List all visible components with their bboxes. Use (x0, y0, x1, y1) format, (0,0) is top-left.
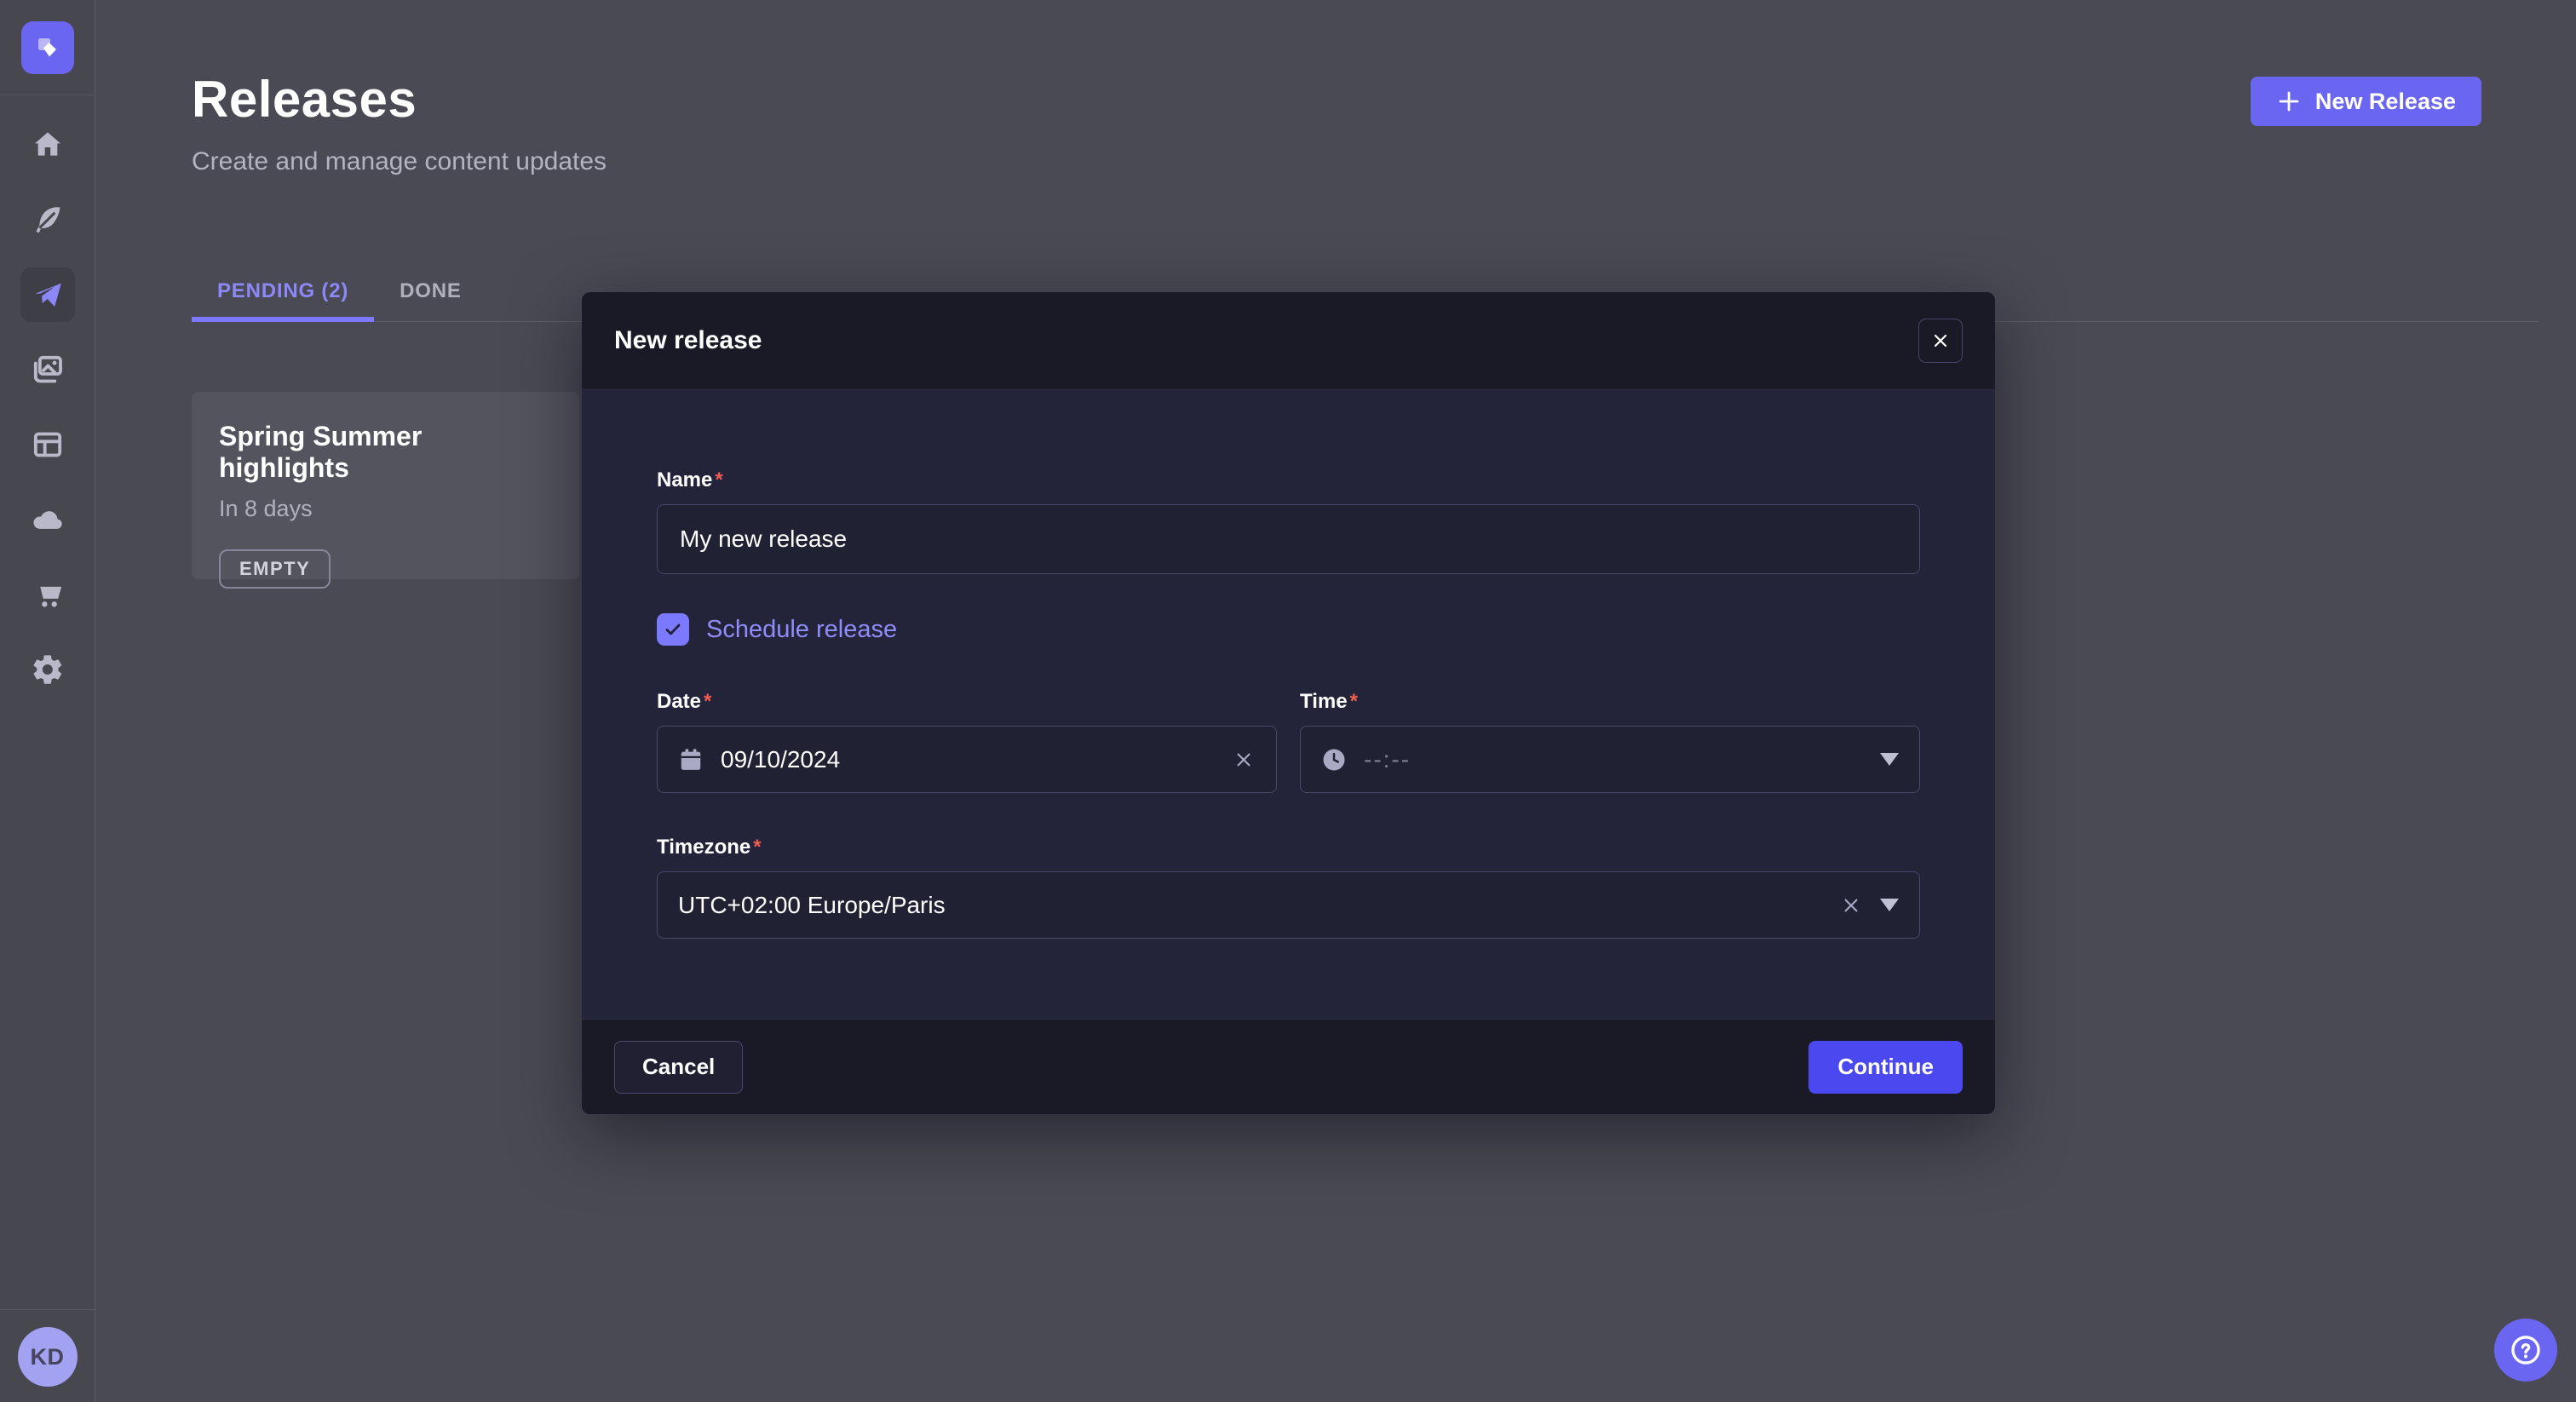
time-field-label: Time (1300, 690, 1348, 713)
date-field-group: Date* 09/10/2024 (657, 690, 1277, 793)
sidebar-item-media-library[interactable] (20, 342, 75, 397)
question-mark-icon (2508, 1332, 2544, 1368)
sidebar-nav (20, 118, 75, 697)
paper-plane-icon (31, 278, 65, 312)
chevron-down-icon[interactable] (1880, 899, 1899, 911)
time-required-mark: * (1350, 690, 1358, 713)
sidebar-item-settings[interactable] (20, 642, 75, 697)
logo-section (0, 0, 95, 95)
release-card-meta: In 8 days (219, 496, 552, 522)
name-input[interactable] (657, 504, 1920, 574)
sidebar-item-content-manager[interactable] (20, 417, 75, 472)
tab-done[interactable]: DONE (374, 261, 487, 321)
modal-title: New release (614, 326, 762, 355)
new-release-modal: New release Name* Schedule release Date* (582, 292, 1995, 1114)
date-field-label: Date (657, 690, 701, 713)
modal-body: Name* Schedule release Date* (582, 390, 1995, 1019)
timezone-field-label: Timezone (657, 836, 750, 859)
name-field-label: Name (657, 468, 712, 491)
modal-close-button[interactable] (1918, 319, 1963, 363)
chevron-down-icon[interactable] (1880, 753, 1899, 766)
release-card[interactable]: Spring Summer highlights In 8 days EMPTY (192, 392, 579, 579)
date-required-mark: * (704, 690, 711, 713)
strapi-logo-icon[interactable] (21, 21, 74, 74)
name-field-group: Name* (657, 468, 1920, 574)
tab-done-label: DONE (400, 279, 462, 303)
date-clear-button[interactable] (1232, 748, 1256, 772)
page-subtitle: Create and manage content updates (192, 147, 2481, 176)
avatar-initials: KD (31, 1344, 65, 1370)
checkmark-icon (663, 619, 683, 640)
sidebar-item-cloud[interactable] (20, 492, 75, 547)
home-icon (31, 128, 65, 162)
timezone-field-group: Timezone* UTC+02:00 Europe/Paris (657, 836, 1920, 939)
schedule-release-checkbox[interactable] (657, 613, 689, 646)
plus-icon (2276, 89, 2302, 114)
page-header: Releases Create and manage content updat… (95, 0, 2576, 176)
images-icon (31, 353, 65, 387)
date-value: 09/10/2024 (721, 746, 840, 773)
clock-icon (1321, 747, 1347, 773)
name-required-mark: * (715, 468, 722, 491)
cart-icon (31, 577, 65, 612)
sidebar-item-home[interactable] (20, 118, 75, 172)
sidebar-item-marketplace[interactable] (20, 567, 75, 622)
timezone-clear-button[interactable] (1839, 893, 1863, 917)
gear-icon (31, 652, 65, 687)
modal-header: New release (582, 292, 1995, 390)
schedule-release-label[interactable]: Schedule release (706, 616, 897, 644)
modal-footer: Cancel Continue (582, 1019, 1995, 1114)
time-placeholder: --:-- (1364, 746, 1411, 773)
strapi-logo-glyph (32, 32, 63, 63)
tab-pending-label: PENDING (2) (217, 279, 348, 303)
help-button[interactable] (2494, 1319, 2557, 1382)
release-card-status-badge: EMPTY (219, 549, 331, 589)
timezone-required-mark: * (753, 836, 761, 859)
clear-x-icon (1839, 893, 1863, 917)
sidebar-bottom: KD (0, 1309, 95, 1402)
layout-icon (31, 428, 65, 462)
calendar-icon (678, 747, 704, 773)
timezone-value: UTC+02:00 Europe/Paris (678, 892, 946, 919)
cancel-button[interactable]: Cancel (614, 1041, 743, 1094)
date-input[interactable]: 09/10/2024 (657, 726, 1277, 793)
sidebar-item-releases[interactable] (20, 267, 75, 322)
cloud-icon (31, 503, 65, 537)
schedule-release-row[interactable]: Schedule release (657, 613, 1920, 646)
timezone-select[interactable]: UTC+02:00 Europe/Paris (657, 871, 1920, 939)
time-select[interactable]: --:-- (1300, 726, 1920, 793)
tab-pending[interactable]: PENDING (2) (192, 261, 374, 321)
user-avatar[interactable]: KD (18, 1327, 78, 1387)
continue-button[interactable]: Continue (1808, 1041, 1963, 1094)
release-card-title: Spring Summer highlights (219, 421, 552, 484)
new-release-button[interactable]: New Release (2251, 77, 2481, 126)
clear-x-icon (1232, 748, 1256, 772)
feather-icon (31, 203, 65, 237)
page-title: Releases (192, 70, 2481, 129)
time-field-group: Time* --:-- (1300, 690, 1920, 793)
close-icon (1930, 330, 1951, 351)
sidebar-item-content-type-builder[interactable] (20, 192, 75, 247)
datetime-grid: Date* 09/10/2024 (657, 690, 1920, 793)
sidebar: KD (0, 0, 95, 1402)
new-release-button-label: New Release (2315, 89, 2456, 115)
